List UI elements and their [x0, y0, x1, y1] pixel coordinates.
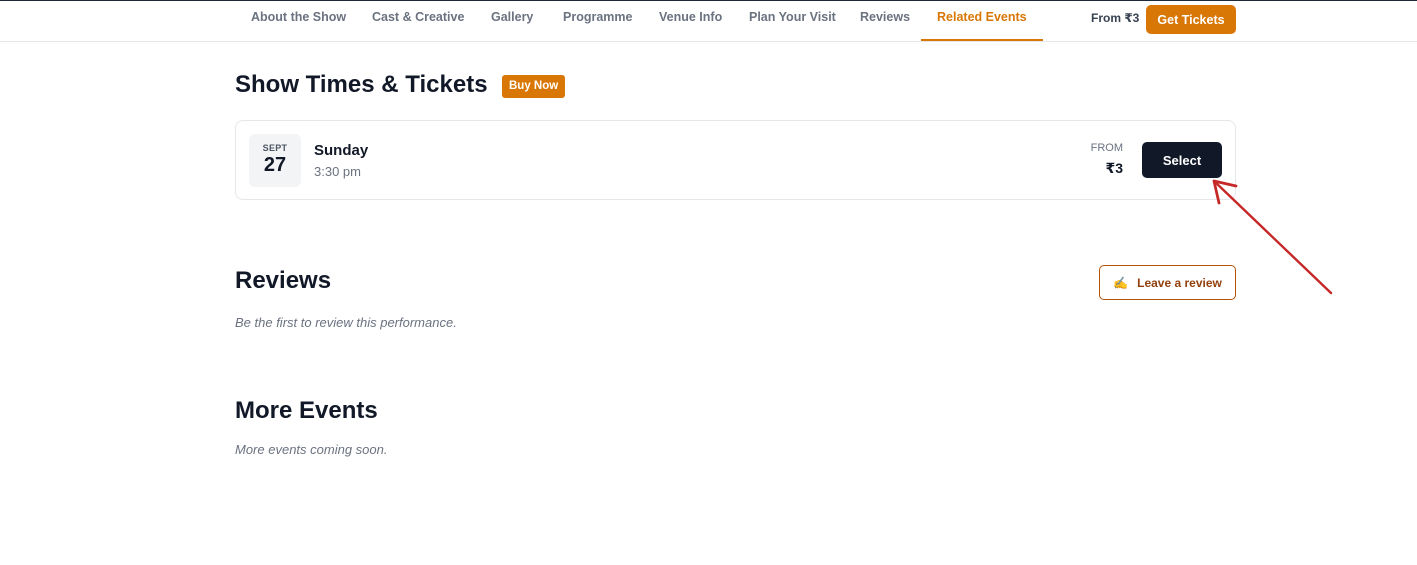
nav-from-price: From ₹3	[1091, 11, 1140, 25]
tab-about-the-show[interactable]: About the Show	[251, 1, 346, 41]
tab-programme[interactable]: Programme	[563, 1, 632, 41]
tab-reviews[interactable]: Reviews	[860, 1, 910, 41]
get-tickets-button[interactable]: Get Tickets	[1146, 5, 1236, 34]
date-day: 27	[263, 154, 287, 176]
tab-venue-info[interactable]: Venue Info	[659, 1, 722, 41]
showtime-card: SEPT 27 Sunday 3:30 pm FROM ₹3 Select	[235, 120, 1236, 200]
reviews-title: Reviews	[235, 267, 332, 294]
section-nav-bar: About the Show Cast & Creative Gallery P…	[0, 1, 1417, 42]
date-month: SEPT	[262, 143, 288, 153]
tab-plan-your-visit[interactable]: Plan Your Visit	[749, 1, 836, 41]
select-showtime-button[interactable]: Select	[1142, 142, 1222, 178]
showtimes-title: Show Times & Tickets	[235, 71, 488, 98]
reviews-empty-text: Be the first to review this performance.	[235, 315, 457, 330]
leave-review-button[interactable]: ✍ Leave a review	[1099, 265, 1236, 300]
tab-gallery[interactable]: Gallery	[491, 1, 533, 41]
price-from-label: FROM	[1090, 142, 1123, 154]
more-events-title: More Events	[235, 397, 378, 424]
buy-now-badge: Buy Now	[502, 75, 566, 98]
more-events-empty-text: More events coming soon.	[235, 442, 388, 457]
showtime-weekday: Sunday	[314, 142, 369, 159]
date-box: SEPT 27	[249, 134, 301, 187]
price-value: ₹3	[1105, 160, 1123, 176]
tab-related-events[interactable]: Related Events	[921, 1, 1043, 41]
showtime-time: 3:30 pm	[314, 164, 361, 179]
writing-hand-icon: ✍	[1113, 275, 1129, 290]
tab-cast-creative[interactable]: Cast & Creative	[372, 1, 464, 41]
leave-review-label: Leave a review	[1137, 275, 1222, 290]
